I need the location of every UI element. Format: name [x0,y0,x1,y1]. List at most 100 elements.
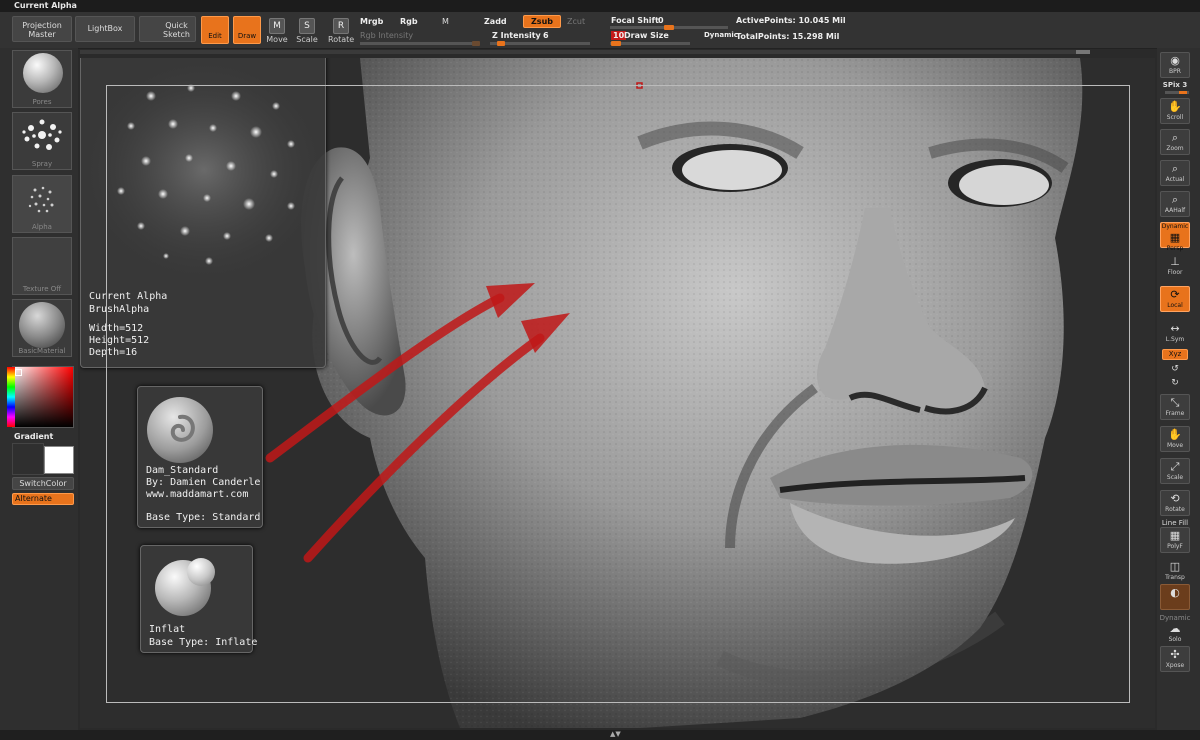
lsym-label: L.Sym [1165,336,1185,343]
polyf-label: PolyF [1167,543,1183,550]
aahalf-icon: ⌕ [1171,193,1179,206]
alpha-popup-depth: Depth=16 [89,347,138,358]
focal-shift-label: Focal Shift [611,16,659,25]
scroll-button[interactable]: ✋ Scroll [1160,98,1190,124]
rotate-z-icon[interactable]: ↻ [1157,378,1193,388]
transp-icon: ◫ [1169,560,1181,573]
solo-label: Solo [1168,636,1182,643]
spix-slider[interactable] [1165,91,1189,94]
z-intensity-slider[interactable] [490,41,590,46]
solo-button[interactable]: ☁ Solo [1160,620,1190,646]
rotate-tool[interactable]: R Rotate [328,18,354,44]
mrgb-toggle[interactable]: Mrgb [360,17,383,26]
hue-strip[interactable] [7,367,15,427]
stroke-spray-tile[interactable]: Spray [12,112,72,170]
tray-toggle-icon[interactable]: ▲▼ [610,730,621,738]
alternate-button[interactable]: Alternate [12,493,74,505]
aahalf-button[interactable]: ⌕ AAHalf [1160,191,1190,217]
xpose-label: Xpose [1165,662,1185,669]
line-fill-label: Line Fill [1161,519,1189,527]
material-tile[interactable]: BasicMaterial [12,299,72,357]
right-shelf: ◉ BPR SPix 3 ✋ Scroll ⌕ Zoom ⌕ Actual ⌕ AAHal… [1157,48,1200,740]
move-label: Move [266,35,288,44]
dam-standard-author: By: Damien Canderle [146,477,261,488]
alpha-popup-height: Height=512 [89,335,150,346]
move-tool[interactable]: M Move [266,18,288,44]
lightbox-button[interactable]: LightBox [75,16,135,42]
polyf-button[interactable]: ▦ PolyF [1160,527,1190,553]
switchcolor-button[interactable]: SwitchColor [12,477,74,490]
document-canvas[interactable]: Current Alpha BrushAlpha Width=512 Heigh… [80,58,1155,728]
secondary-color-swatch[interactable] [12,443,44,475]
scale-view-button[interactable]: ⤢ Scale [1160,458,1190,484]
edit-button[interactable]: Edit [201,16,229,44]
draw-size-label: Draw Size [624,31,669,40]
xpose-button[interactable]: ✣ Xpose [1160,646,1190,672]
m-toggle[interactable]: M [442,17,449,26]
frame-icon: ⤡ [1170,396,1180,409]
spray-stroke-icon [13,113,71,157]
projection-master-button[interactable]: Projection Master [12,16,72,42]
focal-shift-knob [664,25,674,30]
bpr-button[interactable]: ◉ BPR [1160,52,1190,78]
brush-dam-standard-popup: Dam_Standard By: Damien Canderle www.mad… [137,386,263,528]
zsub-toggle[interactable]: Zsub [523,15,561,28]
lsym-button[interactable]: ↔ L.Sym [1160,320,1190,346]
bottom-bar: ▲▼ [0,730,1200,740]
ghost-button[interactable]: ◐ [1160,584,1190,610]
persp-button[interactable]: Dynamic ▦ Persp [1160,222,1190,252]
rgb-intensity-knob [472,41,480,46]
quick-sketch-label: Quick Sketch [163,21,190,39]
dam-standard-base-type: Base Type: Standard [146,512,261,523]
zcut-toggle[interactable]: Zcut [567,17,585,26]
focal-shift-slider[interactable] [610,25,728,30]
alpha-tile[interactable]: Alpha [12,175,72,233]
title-bar: Current Alpha [0,0,1200,12]
floor-label: Floor [1167,269,1183,276]
move-view-button[interactable]: ✋ Move [1160,426,1190,452]
local-label: Local [1167,302,1183,309]
main-color-swatch[interactable] [44,446,74,474]
frame-button[interactable]: ⤡ Frame [1160,394,1190,420]
dynamic-toggle[interactable]: Dynamic [704,31,738,39]
spix-setting[interactable]: SPix 3 [1157,81,1193,89]
transp-button[interactable]: ◫ Transp [1160,558,1190,584]
rgb-toggle[interactable]: Rgb [400,17,418,26]
projection-master-label: Projection Master [22,21,62,39]
scale-tool[interactable]: S Scale [296,18,318,44]
frame-label: Frame [1165,410,1185,417]
zadd-toggle[interactable]: Zadd [484,17,507,26]
rotate-label: Rotate [328,35,355,44]
xyz-button[interactable]: Xyz [1162,349,1188,360]
alternate-label: Alternate [15,494,52,503]
rgb-intensity-slider[interactable] [360,41,480,46]
swirl-icon [170,414,195,442]
top-toolbar: Projection Master LightBox Quick Sketch … [0,12,1200,49]
draw-size-slider[interactable] [610,41,690,46]
z-intensity-knob [497,41,505,46]
draw-button[interactable]: Draw [233,16,261,44]
persp-label: Persp [1166,245,1184,252]
local-button[interactable]: ⟳ Local [1160,286,1190,312]
zoom-button[interactable]: ⌕ Zoom [1160,129,1190,155]
top-scrollbar-thumb[interactable] [1076,50,1090,54]
palette-title: Current Alpha [14,1,77,10]
top-scrollbar[interactable] [80,50,1090,54]
rotate-view-label: Rotate [1165,506,1185,513]
floor-button[interactable]: ⊥ Floor [1160,253,1190,279]
actual-button[interactable]: ⌕ Actual [1160,160,1190,186]
alpha-preview-icon [91,66,317,274]
z-intensity-label: Z Intensity [492,31,541,40]
quick-sketch-button[interactable]: Quick Sketch [139,16,196,42]
material-sphere-icon [19,302,65,348]
move-icon: M [269,18,285,34]
rotate-view-button[interactable]: ⟲ Rotate [1160,490,1190,516]
color-picker[interactable] [7,366,74,428]
brush-pores-tile[interactable]: Pores [12,50,72,108]
transp-label: Transp [1165,574,1185,581]
left-shelf: Pores Spray Alpha Texture Off BasicMater… [0,48,78,740]
scale-label: Scale [296,35,318,44]
texture-tile[interactable]: Texture Off [12,237,72,295]
rotate-y-icon[interactable]: ↺ [1157,364,1193,374]
color-picker-cursor[interactable] [15,369,22,376]
